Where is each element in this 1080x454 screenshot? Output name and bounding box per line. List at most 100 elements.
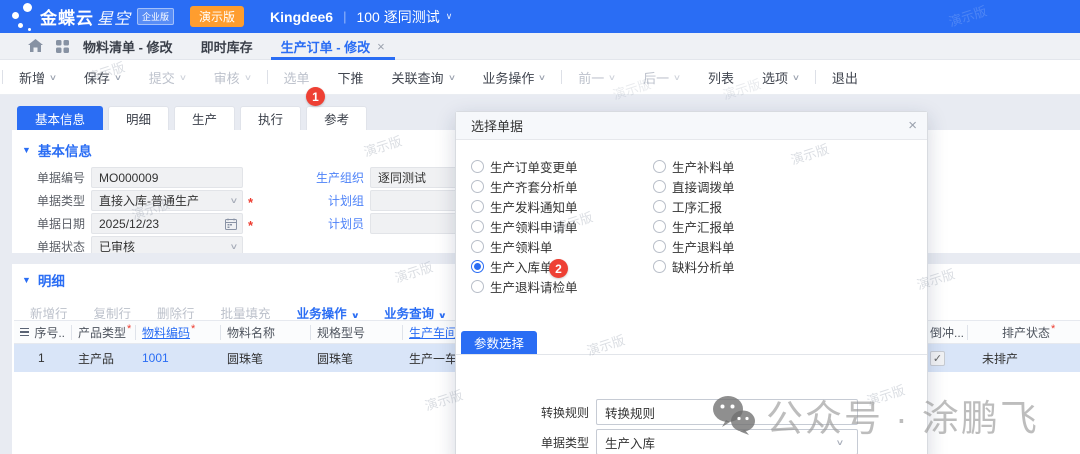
column-header-product-type[interactable]: 产品类型* bbox=[72, 325, 136, 340]
radio-icon bbox=[653, 240, 666, 253]
chevron-down-icon: ∨ bbox=[608, 73, 616, 82]
select-bill-button[interactable]: 选单 bbox=[284, 68, 310, 87]
tab-basic-info[interactable]: 基本信息 bbox=[17, 106, 103, 130]
radio-option[interactable]: 生产汇报单 bbox=[653, 216, 735, 236]
toolbar-divider bbox=[2, 70, 3, 84]
radio-option[interactable]: 生产齐套分析单 bbox=[471, 176, 578, 196]
chevron-down-icon: ∨ bbox=[230, 196, 239, 205]
step-2-badge: 2 bbox=[549, 259, 568, 278]
field-label: 转换规则 bbox=[456, 404, 589, 421]
topbar-divider: | bbox=[343, 9, 346, 24]
tab-inventory[interactable]: 即时库存 bbox=[187, 33, 267, 60]
brand-subname: 星空 bbox=[97, 5, 131, 29]
bill-date-field[interactable]: 2025/12/23 bbox=[91, 213, 243, 234]
cell-material-code[interactable]: 1001 bbox=[136, 351, 221, 365]
list-button[interactable]: 列表 bbox=[708, 68, 734, 87]
home-icon[interactable] bbox=[28, 39, 43, 53]
audit-button[interactable]: 审核∨ bbox=[214, 68, 251, 87]
radio-option[interactable]: 生产领料单 bbox=[471, 236, 578, 256]
copy-row-button[interactable]: 复制行 bbox=[94, 303, 132, 322]
close-icon[interactable]: × bbox=[377, 39, 385, 54]
close-icon[interactable]: × bbox=[908, 117, 917, 134]
push-down-button[interactable]: 下推 bbox=[338, 68, 364, 87]
top-header-bar: 金蝶云 星空 企业版 演示版 Kingdee6 | 100 逐同测试 ∨ bbox=[0, 0, 1080, 33]
exit-button[interactable]: 退出 bbox=[832, 68, 858, 87]
radio-option[interactable]: 生产退料请检单 bbox=[471, 276, 578, 296]
save-button[interactable]: 保存∨ bbox=[84, 68, 121, 87]
radio-option[interactable]: 生产发料通知单 bbox=[471, 196, 578, 216]
tab-bom-edit[interactable]: 物料清单 - 修改 bbox=[69, 33, 187, 60]
bill-number-field[interactable]: MO000009 bbox=[91, 167, 243, 188]
kingdee-logo-icon bbox=[6, 0, 40, 33]
chevron-down-icon: ∨ bbox=[230, 242, 239, 251]
business-operation-button[interactable]: 业务操作∨ bbox=[482, 68, 545, 87]
radio-icon bbox=[471, 260, 484, 273]
radio-option[interactable]: 生产补料单 bbox=[653, 156, 735, 176]
delete-row-button[interactable]: 删除行 bbox=[157, 303, 195, 322]
tab-production[interactable]: 生产 bbox=[174, 106, 235, 130]
column-header-material-name[interactable]: 物料名称 bbox=[221, 325, 311, 340]
checkbox-checked-icon: ✓ bbox=[930, 351, 945, 366]
chevron-down-icon: ∨ bbox=[114, 73, 122, 82]
convert-rule-input[interactable]: 转换规则 bbox=[596, 399, 858, 425]
cell-product-type: 主产品 bbox=[72, 350, 136, 367]
column-header-backflush[interactable]: 倒冲... bbox=[924, 325, 968, 340]
field-label: 单据日期 bbox=[12, 215, 85, 232]
add-row-button[interactable]: 新增行 bbox=[30, 303, 68, 322]
chevron-down-icon[interactable]: ∨ bbox=[446, 11, 453, 22]
chevron-down-icon: ∨ bbox=[538, 73, 546, 82]
radio-option[interactable]: 生产领料申请单 bbox=[471, 216, 578, 236]
radio-icon bbox=[471, 180, 484, 193]
chevron-down-icon: ∨ bbox=[792, 73, 800, 82]
field-label: 计划员 bbox=[292, 215, 364, 232]
tab-execution[interactable]: 执行 bbox=[240, 106, 301, 130]
previous-button[interactable]: 前一∨ bbox=[578, 68, 615, 87]
chevron-down-icon: ∨ bbox=[447, 73, 455, 82]
new-button[interactable]: 新增∨ bbox=[19, 68, 56, 87]
submit-button[interactable]: 提交∨ bbox=[149, 68, 186, 87]
column-header-seq[interactable]: 序号.. bbox=[14, 325, 72, 340]
section-title-basic: 基本信息 bbox=[38, 140, 92, 160]
row-business-operation-button[interactable]: 业务操作∨ bbox=[297, 303, 359, 322]
radio-option[interactable]: 生产退料单 bbox=[653, 236, 735, 256]
column-header-material-code[interactable]: 物料编码* bbox=[136, 325, 221, 340]
related-query-button[interactable]: 关联查询∨ bbox=[392, 68, 455, 87]
radio-option[interactable]: 直接调拨单 bbox=[653, 176, 735, 196]
action-toolbar: 新增∨ 保存∨ 提交∨ 审核∨ 选单 下推 关联查询∨ 业务操作∨ 前一∨ 后一… bbox=[0, 60, 1080, 95]
bill-type-select[interactable]: 直接入库-普通生产∨ bbox=[91, 190, 243, 211]
column-header-schedule-status[interactable]: 排产状态* bbox=[968, 325, 1080, 340]
row-business-query-button[interactable]: 业务查询∨ bbox=[384, 303, 446, 322]
row-menu-icon[interactable] bbox=[20, 326, 29, 339]
options-button[interactable]: 选项∨ bbox=[762, 68, 799, 87]
page-tab-bar: 物料清单 - 修改 即时库存 生产订单 - 修改 × bbox=[0, 33, 1080, 60]
step-1-badge: 1 bbox=[306, 87, 325, 106]
column-header-spec[interactable]: 规格型号 bbox=[311, 325, 403, 340]
radio-icon bbox=[653, 260, 666, 273]
tab-reference[interactable]: 参考 bbox=[306, 106, 367, 130]
radio-icon bbox=[471, 200, 484, 213]
radio-option[interactable]: 生产订单变更单 bbox=[471, 156, 578, 176]
collapse-caret-icon[interactable]: ▼ bbox=[22, 145, 31, 155]
toolbar-divider bbox=[815, 70, 816, 84]
cell-spec: 圆珠笔 bbox=[311, 350, 403, 367]
cell-backflush[interactable]: ✓ bbox=[924, 351, 968, 366]
calendar-icon[interactable] bbox=[225, 218, 237, 230]
apps-grid-icon[interactable] bbox=[56, 40, 69, 53]
collapse-caret-icon[interactable]: ▼ bbox=[22, 275, 31, 285]
dialog-header: 选择单据 × bbox=[456, 112, 927, 140]
tab-parameter-select[interactable]: 参数选择 bbox=[461, 331, 537, 354]
radio-option[interactable]: 缺料分析单 bbox=[653, 256, 735, 276]
required-asterisk: * bbox=[191, 323, 195, 335]
bill-type-select[interactable]: 生产入库∨ bbox=[596, 429, 858, 454]
radio-option[interactable]: 工序汇报 bbox=[653, 196, 735, 216]
next-button[interactable]: 后一∨ bbox=[643, 68, 680, 87]
radio-icon bbox=[653, 200, 666, 213]
chevron-down-icon: ∨ bbox=[243, 73, 251, 82]
chevron-down-icon: ∨ bbox=[179, 73, 187, 82]
batch-fill-button[interactable]: 批量填充 bbox=[221, 303, 271, 322]
tab-detail[interactable]: 明细 bbox=[108, 106, 169, 130]
field-label: 单据编号 bbox=[12, 169, 85, 186]
account-name: Kingdee6 bbox=[270, 9, 333, 25]
tab-production-order-edit[interactable]: 生产订单 - 修改 × bbox=[267, 33, 399, 60]
organization-switcher[interactable]: 100 逐同测试 bbox=[356, 7, 439, 27]
